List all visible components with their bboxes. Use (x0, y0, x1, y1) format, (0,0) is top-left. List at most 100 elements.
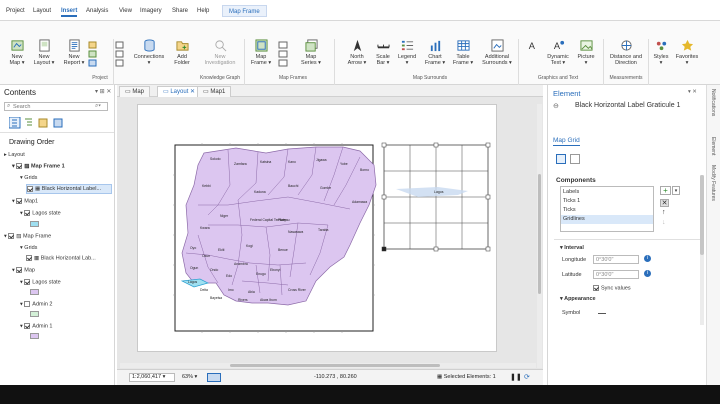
tree-item-map-frame-1[interactable]: ▾ ▨ Map Frame 1 (12, 163, 65, 169)
legend-button[interactable]: Legend ▾ (396, 39, 418, 66)
tab-share[interactable]: Share (172, 5, 188, 17)
tree-item-grids[interactable]: ▾ Grids (20, 175, 37, 181)
map-series-button[interactable]: Map Series ▾ (298, 39, 324, 66)
fixed-zoom-icon[interactable] (207, 373, 221, 382)
layout-page[interactable]: Sokoto Zamfara Katsina Kano Jigawa Yobe Borno K… (137, 104, 497, 352)
doc-tab-layout[interactable]: ▭ Layout ✕ (157, 86, 202, 97)
component-labels[interactable]: Labels (563, 189, 579, 195)
table-frame-button[interactable]: Table Frame ▾ (450, 39, 476, 66)
scroll-thumb[interactable] (538, 174, 541, 294)
pane-options-icon[interactable]: ▾ ⊞ ✕ (95, 88, 111, 95)
search-input[interactable] (13, 103, 93, 110)
scale-dropdown[interactable]: 1:2,060,417 ▾ (129, 373, 175, 382)
doc-tab-map1[interactable]: ▭ Map1 (197, 86, 232, 97)
element-scrollbar[interactable] (700, 175, 704, 325)
back-icon[interactable]: ⊖ (553, 102, 559, 110)
add-component-button[interactable]: + (660, 186, 671, 195)
visibility-checkbox[interactable] (24, 210, 31, 216)
interval-heading[interactable]: ▾ Interval (560, 245, 584, 251)
contents-search[interactable]: ⌕ ⌕▾ (4, 102, 108, 111)
new-investigation-button[interactable]: New Investigation (200, 39, 240, 66)
rail-element[interactable]: Element (710, 137, 716, 155)
scroll-thumb[interactable] (700, 175, 704, 255)
visibility-checkbox[interactable] (16, 163, 23, 169)
tree-item-black-horizontal-label-2[interactable]: ▦ Black Horizontal Lab... (26, 255, 96, 261)
map-frame-small-buttons[interactable] (278, 41, 290, 67)
connections-button[interactable]: Connections ▾ (130, 39, 168, 66)
info-icon[interactable]: i (644, 270, 651, 277)
component-ticks-1[interactable]: Ticks 1 (563, 198, 580, 204)
visibility-checkbox[interactable] (26, 255, 32, 261)
list-view-icons[interactable] (8, 116, 69, 129)
latitude-input[interactable]: 0°30'0" (593, 270, 639, 279)
tab-view[interactable]: View (119, 5, 132, 17)
small-insert-buttons[interactable] (88, 41, 98, 67)
chart-frame-button[interactable]: Chart Frame ▾ (422, 39, 448, 66)
tab-layout[interactable]: Layout (33, 5, 51, 17)
tree-item-map-frame[interactable]: ▾ ▨ Map Frame (4, 233, 51, 239)
tree-item-admin-2[interactable]: ▾ Admin 2 (20, 301, 52, 307)
visibility-checkbox[interactable] (27, 185, 33, 192)
components-list[interactable]: Labels Ticks 1 Ticks Gridlines (560, 186, 654, 232)
rail-modify-features[interactable]: Modify Features (710, 165, 716, 201)
grid-properties-icon[interactable] (556, 154, 566, 164)
tree-item-grids-2[interactable]: ▾ Grids (20, 245, 37, 251)
north-arrow-button[interactable]: North Arrow ▾ (344, 39, 370, 66)
longitude-input[interactable]: 0°30'0" (593, 255, 639, 264)
tab-map-grid[interactable]: Map Grid (553, 137, 580, 146)
visibility-checkbox[interactable] (24, 301, 31, 307)
tree-item-map[interactable]: ▾ Map (12, 267, 35, 273)
styles-button[interactable]: Styles ▾ (650, 39, 672, 66)
remove-component-button[interactable]: ✕ (660, 199, 669, 207)
component-ticks[interactable]: Ticks (563, 207, 576, 213)
favorites-button[interactable]: Favorites ▾ (674, 39, 700, 66)
picture-button[interactable]: Picture ▾ (574, 39, 598, 66)
new-layout-button[interactable]: New Layout ▾ (32, 39, 56, 66)
add-folder-button[interactable]: Add Folder (170, 39, 194, 66)
visibility-checkbox[interactable] (24, 323, 31, 329)
visibility-checkbox[interactable] (8, 233, 15, 239)
move-up-icon[interactable]: ↑ (662, 209, 666, 216)
doc-tab-map[interactable]: ▭ Map (119, 86, 151, 97)
tree-item-map1[interactable]: ▾ Map1 (12, 198, 38, 204)
refresh-icon[interactable]: ⟳ (524, 373, 530, 381)
pause-icon[interactable]: ❚❚ (510, 373, 522, 381)
symbol-preview[interactable] (598, 313, 606, 314)
tab-project[interactable]: Project (6, 5, 25, 17)
dynamic-text-button[interactable]: A Dynamic Text ▾ (544, 39, 572, 66)
component-gridlines[interactable]: Gridlines (561, 215, 653, 224)
distance-direction-button[interactable]: Distance and Direction (606, 39, 646, 66)
tree-item-admin-1[interactable]: ▾ Admin 1 (20, 323, 52, 329)
move-down-icon[interactable]: ↓ (662, 219, 666, 226)
tree-item-black-horizontal-label-selected[interactable]: ▦ Black Horizontal Label... (26, 184, 112, 194)
pane-controls-icon[interactable]: ▾ ✕ (688, 89, 697, 95)
tab-imagery[interactable]: Imagery (140, 5, 162, 17)
tab-analysis[interactable]: Analysis (86, 5, 108, 17)
map-frame-button[interactable]: Map Frame ▾ (248, 39, 274, 66)
add-component-dropdown[interactable]: ▾ (672, 186, 680, 195)
sync-values-checkbox[interactable]: Sync values (593, 285, 631, 291)
rail-notifications[interactable]: Notifications (710, 89, 716, 116)
tab-help[interactable]: Help (197, 5, 209, 17)
vertical-scrollbar[interactable] (537, 104, 542, 368)
tree-item-lagos-state[interactable]: ▾ Lagos state (20, 210, 61, 216)
search-options-icon[interactable]: ⌕▾ (95, 103, 101, 110)
scroll-thumb[interactable] (230, 364, 440, 367)
scale-bar-button[interactable]: Scale Bar ▾ (372, 39, 394, 66)
tab-insert[interactable]: Insert (61, 5, 78, 17)
visibility-checkbox[interactable] (24, 279, 31, 285)
display-properties-icon[interactable] (570, 154, 580, 164)
horizontal-scrollbar[interactable] (120, 363, 536, 368)
appearance-heading[interactable]: ▾ Appearance (560, 296, 596, 302)
tree-item-lagos-state-2[interactable]: ▾ Lagos state (20, 279, 61, 285)
tree-item-layout[interactable]: ▸ Layout (4, 152, 25, 158)
text-button[interactable]: A (522, 39, 542, 54)
additional-surrounds-button[interactable]: Additional Surrounds ▾ (478, 39, 516, 66)
new-map-button[interactable]: New Map ▾ (6, 39, 28, 66)
zoom-dropdown[interactable]: 63% ▾ (182, 374, 197, 380)
small-toggle-buttons[interactable] (115, 41, 125, 67)
new-report-button[interactable]: New Report ▾ (62, 39, 86, 66)
info-icon[interactable]: i (644, 255, 651, 262)
visibility-checkbox[interactable] (16, 198, 23, 204)
visibility-checkbox[interactable] (16, 267, 23, 273)
